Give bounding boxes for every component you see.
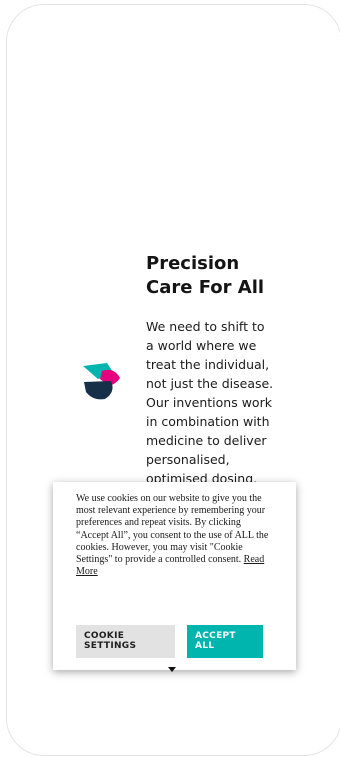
hero-section: Precision Care For All We need to shift … <box>146 252 286 507</box>
accept-all-label-line-2: ALL <box>195 640 215 651</box>
cookie-message-text: We use cookies on our website to give yo… <box>76 493 269 566</box>
cookie-settings-button[interactable]: COOKIE SETTINGS <box>76 625 175 658</box>
cookie-buttons: COOKIE SETTINGS ACCEPT ALL <box>76 625 263 658</box>
accept-all-button[interactable]: ACCEPT ALL <box>187 625 263 658</box>
cookie-message: We use cookies on our website to give yo… <box>76 493 274 578</box>
page-title: Precision Care For All <box>146 252 271 300</box>
hero-description: We need to shift to a world where we tre… <box>146 319 274 505</box>
title-line-2: Care For All <box>146 277 265 298</box>
title-line-1: Precision <box>146 253 240 274</box>
cookie-consent-banner: We use cookies on our website to give yo… <box>53 482 296 670</box>
cookie-settings-label-line-1: COOKIE <box>84 631 125 641</box>
cookie-settings-label-line-2: SETTINGS <box>84 640 137 651</box>
brand-logo-icon <box>83 363 120 400</box>
accept-all-label-line-1: ACCEPT <box>195 631 236 641</box>
chevron-down-icon <box>168 667 176 672</box>
